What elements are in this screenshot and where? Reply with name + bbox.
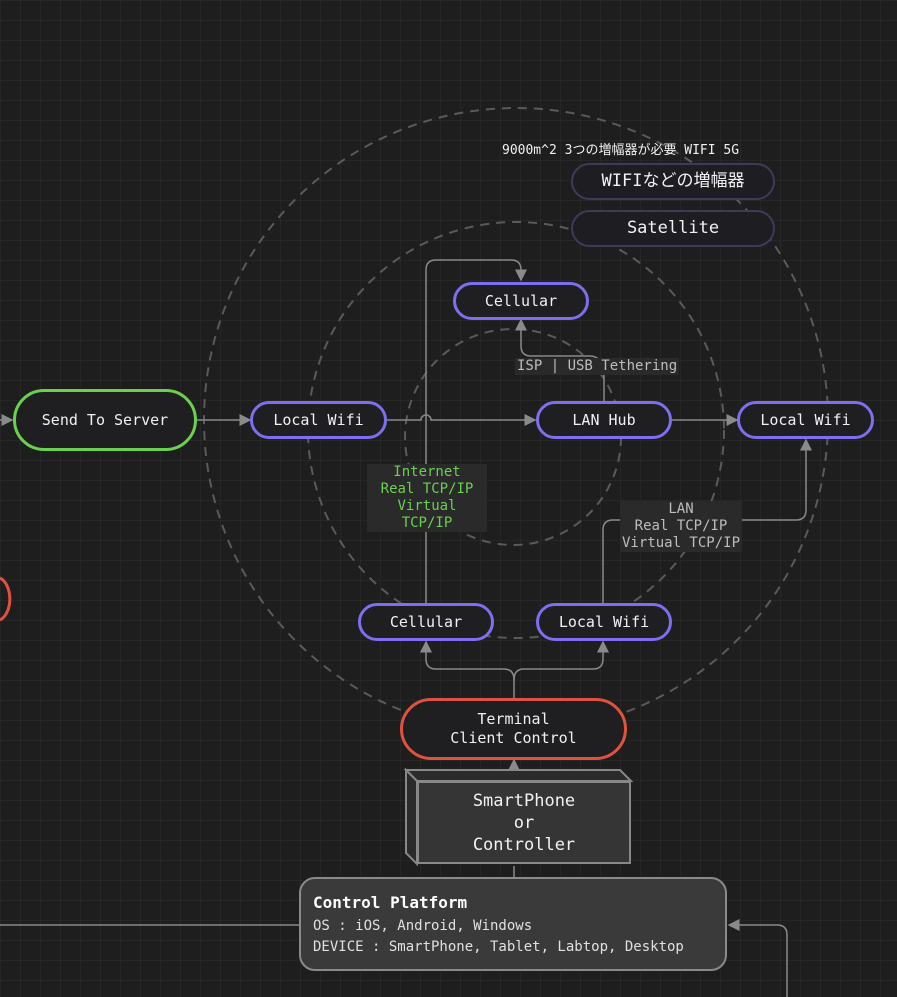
terminal-node[interactable]: Terminal Client Control bbox=[400, 698, 627, 760]
device-box-side bbox=[405, 767, 418, 867]
device-box-top bbox=[403, 769, 634, 782]
wire-terminal-split bbox=[420, 640, 515, 698]
wire-into-platform bbox=[727, 919, 788, 997]
platform-title: Control Platform bbox=[313, 893, 468, 912]
cellular-top-node[interactable]: Cellular bbox=[453, 282, 589, 320]
platform-os: OS : iOS, Android, Windows bbox=[313, 918, 533, 934]
coverage-note: 9000m^2 3つの増幅器が必要 WIFI 5G bbox=[502, 143, 740, 158]
wire-wifi-to-hub bbox=[387, 414, 537, 426]
isp-label: ISP | USB Tethering bbox=[515, 358, 680, 375]
wifi-amplifier-node[interactable]: WIFIなどの増幅器 bbox=[571, 163, 775, 200]
local-wifi-bottom-node[interactable]: Local Wifi bbox=[536, 603, 672, 641]
satellite-node[interactable]: Satellite bbox=[571, 210, 775, 247]
send-to-server-node[interactable]: Send To Server bbox=[13, 389, 197, 451]
platform-device: DEVICE : SmartPhone, Tablet, Labtop, Des… bbox=[313, 939, 684, 955]
local-wifi-right-node[interactable]: Local Wifi bbox=[737, 401, 874, 439]
cellular-bottom-node[interactable]: Cellular bbox=[358, 603, 494, 641]
lan-hub-node[interactable]: LAN Hub bbox=[536, 401, 672, 439]
lan-label: LAN Real TCP/IP Virtual TCP/IP bbox=[620, 501, 742, 552]
control-platform-panel[interactable]: Control Platform OS : iOS, Android, Wind… bbox=[299, 877, 727, 971]
internet-label: Internet Real TCP/IP Virtual TCP/IP bbox=[367, 464, 487, 532]
local-wifi-left-node[interactable]: Local Wifi bbox=[250, 401, 387, 439]
smartphone-device-box[interactable]: SmartPhone or Controller bbox=[417, 781, 631, 864]
offscreen-node-red bbox=[0, 576, 12, 622]
